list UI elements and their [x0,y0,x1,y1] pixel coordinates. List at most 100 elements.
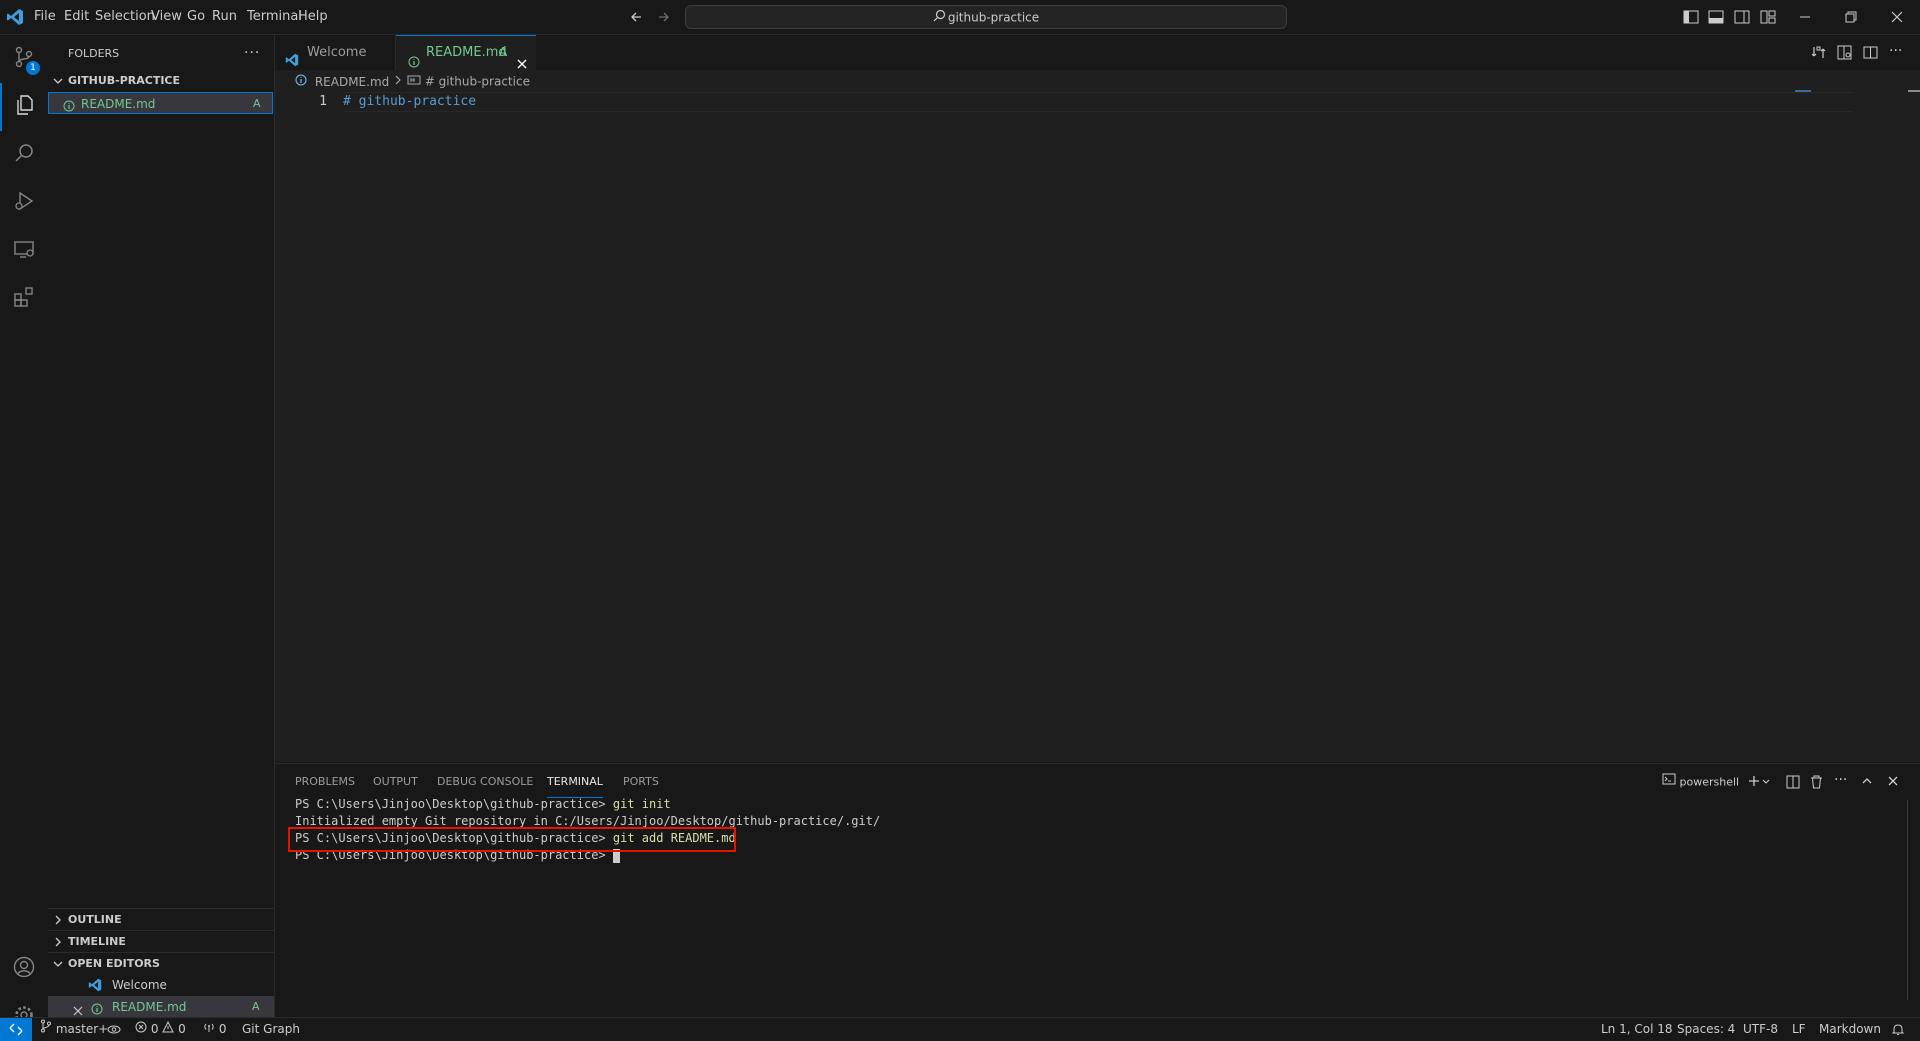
menu-help[interactable]: Help [294,0,332,34]
toggle-primary-sidebar-icon[interactable] [1683,10,1699,28]
cursor-position[interactable]: Ln 1, Col 18 [1601,1018,1673,1041]
split-terminal-icon[interactable] [1786,775,1800,793]
explorer-sidebar: FOLDERS ··· GITHUB-PRACTICE README.md A … [48,35,275,1018]
tab-output[interactable]: OUTPUT [373,764,418,799]
terminal-shell-selector[interactable]: powershell [1662,764,1739,799]
warning-count: 0 [178,1022,186,1036]
code-line[interactable]: # github-practice [343,93,476,110]
menu-view[interactable]: View [147,0,186,34]
extensions-button[interactable] [0,275,48,323]
branch-indicator[interactable]: master+ [40,1018,108,1041]
customize-layout-icon[interactable] [1760,10,1776,28]
bell-icon[interactable] [1891,1023,1905,1039]
tab-readme[interactable]: README.md A [396,35,536,70]
remote-indicator[interactable] [0,1018,32,1041]
editor-area[interactable]: README.md # github-practice 1 # github-p… [275,70,1920,762]
symbol-icon [407,71,421,93]
line-number: 1 [319,94,327,109]
tab-terminal[interactable]: TERMINAL [547,764,603,798]
folder-name: GITHUB-PRACTICE [68,74,181,87]
toggle-secondary-sidebar-icon[interactable] [1734,10,1750,28]
command-center-search[interactable]: github-practice [685,5,1287,29]
minimap-line [1795,90,1811,92]
git-graph-button[interactable]: Git Graph [242,1018,300,1041]
more-actions-icon[interactable]: ··· [1889,43,1902,59]
tab-label: Welcome [307,45,367,60]
split-editor-icon[interactable] [1863,45,1878,64]
ports-indicator[interactable]: 0 [203,1018,226,1041]
indentation[interactable]: Spaces: 4 [1677,1018,1735,1041]
search-button[interactable] [0,131,48,179]
problems-indicator[interactable]: 0 0 [135,1018,186,1041]
file-name: README.md [81,97,156,111]
close-window-icon[interactable] [1890,10,1904,28]
overview-ruler [1908,90,1920,92]
open-editor-label: README.md [112,1000,187,1014]
breadcrumb-file[interactable]: README.md [315,75,389,89]
more-actions-icon[interactable]: ··· [244,45,260,61]
chevron-right-icon [393,71,403,93]
maximize-panel-icon[interactable] [1861,775,1873,791]
extensions-icon [12,285,36,313]
ports-count: 0 [218,1022,227,1036]
file-row-readme[interactable]: README.md A [48,92,273,114]
error-icon [135,1018,147,1041]
explorer-button[interactable] [0,83,48,131]
tab-ports[interactable]: PORTS [623,764,659,799]
menu-run[interactable]: Run [208,0,241,34]
file-status-badge: A [252,1000,260,1013]
language-mode[interactable]: Markdown [1819,1018,1881,1041]
minimize-icon[interactable] [1798,10,1812,28]
end-of-line[interactable]: LF [1792,1018,1806,1041]
tab-debug-console[interactable]: DEBUG CONSOLE [437,764,533,799]
minimap[interactable] [1795,90,1895,94]
new-terminal-icon[interactable] [1748,775,1772,792]
tab-welcome[interactable]: Welcome [275,35,396,70]
terminal-scrollbar[interactable] [1907,800,1908,1000]
close-panel-icon[interactable] [1887,775,1899,791]
remote-explorer-button[interactable] [0,227,48,275]
radio-tower-icon [203,1018,215,1041]
terminal-output-text: Initialized empty Git repository in C:/U… [295,814,881,828]
file-status-badge: A [253,97,261,110]
toggle-panel-icon[interactable] [1708,10,1724,28]
encoding[interactable]: UTF-8 [1743,1018,1778,1041]
open-preview-icon[interactable] [1837,45,1852,64]
timeline-section[interactable]: TIMELINE [48,930,274,953]
menu-go[interactable]: Go [183,0,209,34]
tab-problems[interactable]: PROBLEMS [295,764,355,799]
run-debug-button[interactable] [0,179,48,227]
outline-section[interactable]: OUTLINE [48,908,274,931]
status-bar: master+ 0 0 0 Git Graph Ln 1, Col 18 Spa… [0,1017,1920,1041]
menu-edit[interactable]: Edit [60,0,93,34]
breadcrumb: README.md # github-practice [295,70,530,92]
search-icon [12,141,36,169]
shell-name: powershell [1679,775,1740,789]
open-editors-label: OPEN EDITORS [68,957,160,970]
open-editor-readme[interactable]: README.md A [48,996,274,1018]
source-control-button[interactable]: 1 [0,35,48,83]
activity-bar: 1 [0,35,49,1024]
forward-arrow-icon[interactable] [657,10,671,28]
back-arrow-icon[interactable] [629,10,643,28]
open-editor-welcome[interactable]: Welcome [48,974,274,996]
git-branch-icon [40,1018,52,1041]
breadcrumb-symbol[interactable]: # github-practice [425,75,530,89]
timeline-label: TIMELINE [68,935,126,948]
more-actions-icon[interactable]: ··· [1834,772,1847,788]
info-icon [295,71,307,93]
files-icon [13,93,37,121]
open-editors-section[interactable]: OPEN EDITORS [48,952,274,975]
restore-icon[interactable] [1844,10,1858,28]
run-debug-icon [12,189,36,217]
folder-row[interactable]: GITHUB-PRACTICE [48,70,274,92]
accounts-button[interactable] [0,945,48,993]
menu-file[interactable]: File [30,0,60,34]
sync-icon[interactable] [107,1023,121,1039]
explorer-header: FOLDERS [68,47,120,60]
open-changes-icon[interactable] [1811,45,1826,64]
title-bar: File Edit Selection View Go Run Terminal… [0,0,1920,35]
trash-icon[interactable] [1810,775,1823,793]
editor-tabs: Welcome README.md A ··· [275,35,1920,71]
command-center-text: github-practice [947,10,1040,25]
